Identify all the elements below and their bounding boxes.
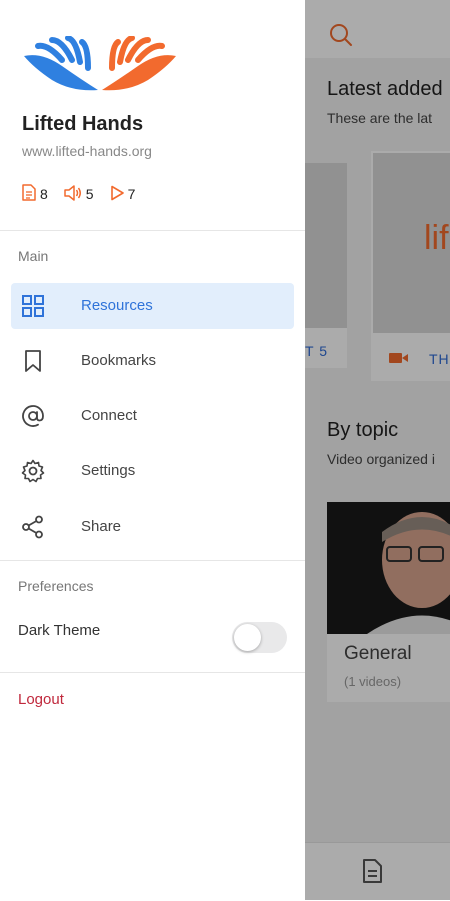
gear-icon [21, 459, 45, 483]
divider [0, 672, 305, 673]
share-icon [21, 515, 45, 539]
video-count: 7 [110, 185, 136, 204]
document-count: 8 [22, 184, 48, 204]
menu-item-share[interactable]: Share [11, 504, 294, 550]
at-icon [21, 404, 45, 428]
menu-item-label: Share [81, 518, 122, 535]
dark-theme-label: Dark Theme [18, 622, 101, 639]
menu-item-connect[interactable]: Connect [11, 393, 294, 439]
grid-icon [21, 294, 45, 318]
audio-count-value: 5 [85, 186, 94, 202]
divider [0, 560, 305, 561]
menu-item-label: Resources [81, 297, 153, 314]
app-name: Lifted Hands [22, 113, 144, 135]
preferences-section-label: Preferences [18, 578, 94, 594]
navigation-drawer: Lifted Hands www.lifted-hands.org 8 5 7 … [0, 0, 305, 900]
document-icon [22, 184, 36, 204]
document-count-value: 8 [40, 186, 48, 202]
main-section-label: Main [18, 248, 49, 264]
bookmark-icon [21, 349, 45, 373]
dark-theme-toggle[interactable] [232, 622, 287, 653]
lifted-hands-logo [22, 35, 178, 99]
menu-item-label: Settings [81, 462, 136, 479]
video-count-value: 7 [127, 186, 136, 202]
menu-item-bookmarks[interactable]: Bookmarks [11, 338, 294, 384]
menu-item-label: Connect [81, 407, 137, 424]
play-icon [110, 185, 124, 204]
resource-stats: 8 5 7 [22, 184, 151, 204]
app-url[interactable]: www.lifted-hands.org [22, 143, 152, 159]
logout-link[interactable]: Logout [18, 691, 64, 708]
divider [0, 230, 305, 231]
audio-count: 5 [64, 184, 94, 204]
menu-item-label: Bookmarks [81, 352, 157, 369]
toggle-knob [234, 624, 261, 651]
speaker-icon [64, 184, 82, 204]
menu-item-resources[interactable]: Resources [11, 283, 294, 329]
menu-item-settings[interactable]: Settings [11, 448, 294, 494]
